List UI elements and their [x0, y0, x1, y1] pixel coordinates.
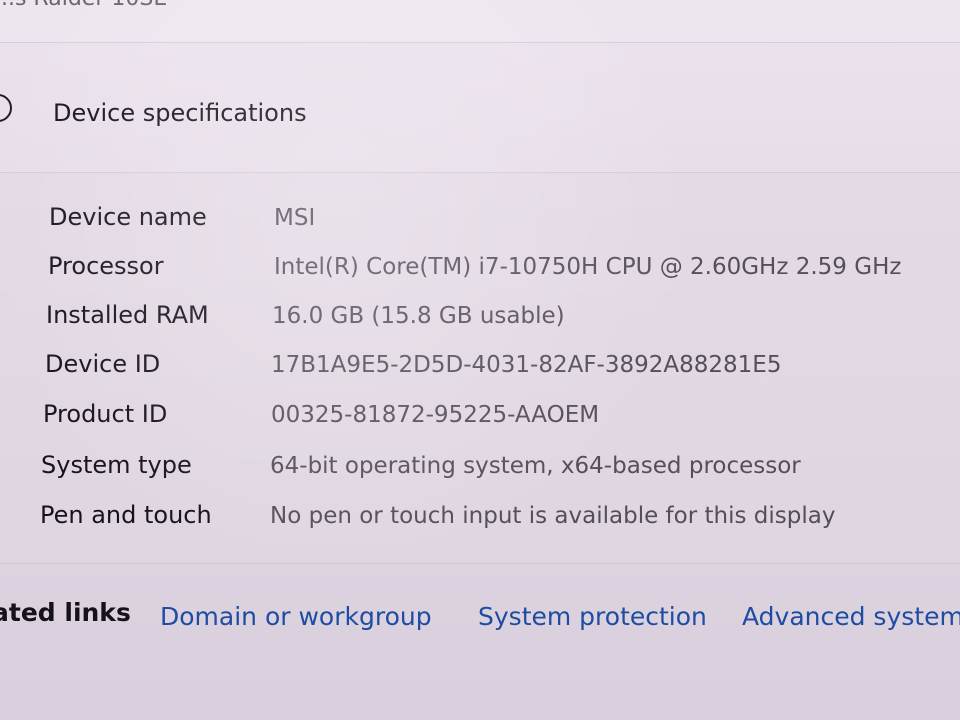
- section-title: Device specifications: [53, 99, 307, 127]
- window-top-strip: ...s Raider 10SE: [0, 0, 960, 43]
- window-partial-title: ...s Raider 10SE: [0, 0, 167, 11]
- spec-row-processor: Processor Intel(R) Core(TM) i7-10750H CP…: [0, 246, 960, 290]
- processor-value: Intel(R) Core(TM) i7-10750H CPU @ 2.60GH…: [274, 254, 902, 280]
- spec-row-system-type: System type 64-bit operating system, x64…: [0, 445, 960, 489]
- related-links-bar: ated links Domain or workgroup System pr…: [0, 596, 960, 646]
- product-id-value: 00325-81872-95225-AAOEM: [271, 402, 600, 428]
- installed-ram-label: Installed RAM: [46, 301, 209, 329]
- system-protection-link[interactable]: System protection: [478, 602, 707, 631]
- product-id-label: Product ID: [43, 400, 168, 428]
- processor-label: Processor: [48, 252, 164, 280]
- device-name-value: MSI: [274, 205, 316, 231]
- installed-ram-value: 16.0 GB (15.8 GB usable): [272, 303, 565, 329]
- spec-row-installed-ram: Installed RAM 16.0 GB (15.8 GB usable): [0, 295, 960, 339]
- related-links-label: ated links: [0, 598, 131, 627]
- chevron-up-icon[interactable]: [0, 94, 12, 122]
- spec-row-pen-touch: Pen and touch No pen or touch input is a…: [0, 495, 960, 539]
- pen-touch-label: Pen and touch: [40, 501, 212, 529]
- device-id-label: Device ID: [45, 350, 161, 378]
- domain-workgroup-link[interactable]: Domain or workgroup: [160, 602, 432, 631]
- advanced-system-settings-link[interactable]: Advanced system s: [742, 602, 960, 631]
- system-type-value: 64-bit operating system, x64-based proce…: [270, 453, 801, 479]
- spec-row-device-name: Device name MSI: [0, 197, 960, 241]
- device-name-label: Device name: [49, 203, 207, 231]
- pen-touch-value: No pen or touch input is available for t…: [270, 503, 836, 529]
- device-specifications-header[interactable]: Device specifications: [0, 90, 960, 142]
- device-specifications-panel: Device name MSI Processor Intel(R) Core(…: [0, 172, 960, 564]
- system-type-label: System type: [41, 451, 192, 479]
- device-id-value: 17B1A9E5-2D5D-4031-82AF-3892A88281E5: [271, 352, 782, 378]
- spec-row-product-id: Product ID 00325-81872-95225-AAOEM: [0, 394, 960, 438]
- spec-row-device-id: Device ID 17B1A9E5-2D5D-4031-82AF-3892A8…: [0, 344, 960, 388]
